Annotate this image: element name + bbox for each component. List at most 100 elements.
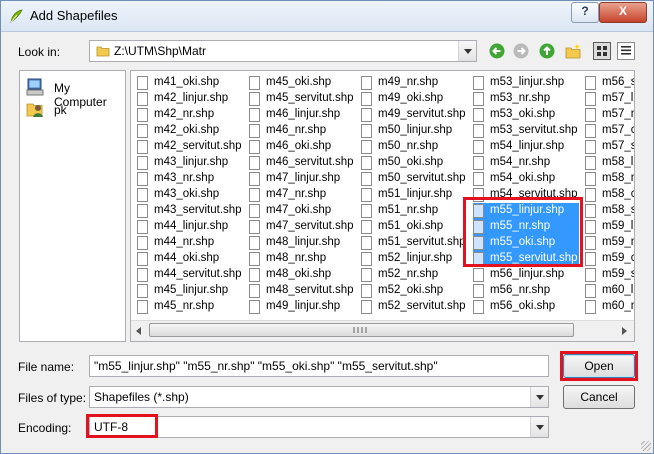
file-item[interactable]: m56_linjur.shp	[473, 267, 579, 283]
file-item[interactable]: m47_servitut.shp	[249, 219, 355, 235]
file-item[interactable]: m57_li	[585, 91, 634, 107]
file-item[interactable]: m42_linjur.shp	[137, 91, 243, 107]
file-item[interactable]: m51_oki.shp	[361, 219, 467, 235]
file-item[interactable]: m52_nr.shp	[361, 267, 467, 283]
file-item[interactable]: m49_nr.shp	[361, 75, 467, 91]
close-button[interactable]: X	[599, 2, 647, 23]
file-item[interactable]: m45_servitut.shp	[249, 91, 355, 107]
file-item[interactable]: m44_servitut.shp	[137, 267, 243, 283]
resize-grip[interactable]	[641, 441, 651, 451]
file-item[interactable]: m43_servitut.shp	[137, 203, 243, 219]
icon-view-icon[interactable]	[593, 42, 611, 60]
file-item[interactable]: m49_servitut.shp	[361, 107, 467, 123]
file-item[interactable]: m45_nr.shp	[137, 299, 243, 315]
help-button[interactable]: ?	[571, 2, 599, 23]
file-item[interactable]: m54_oki.shp	[473, 171, 579, 187]
file-item[interactable]: m47_oki.shp	[249, 203, 355, 219]
file-item[interactable]: m45_oki.shp	[249, 75, 355, 91]
file-item[interactable]: m46_oki.shp	[249, 139, 355, 155]
file-item[interactable]: m44_nr.shp	[137, 235, 243, 251]
file-item[interactable]: m47_linjur.shp	[249, 171, 355, 187]
file-item[interactable]: m55_linjur.shp	[473, 203, 579, 219]
file-item[interactable]: m53_oki.shp	[473, 107, 579, 123]
encoding-combo[interactable]: UTF-8	[89, 416, 549, 438]
scroll-right-icon[interactable]	[617, 324, 631, 338]
file-item[interactable]: m48_nr.shp	[249, 251, 355, 267]
cancel-button[interactable]: Cancel	[563, 385, 635, 409]
file-item[interactable]: m54_linjur.shp	[473, 139, 579, 155]
file-item[interactable]: m45_linjur.shp	[137, 283, 243, 299]
file-item[interactable]: m41_oki.shp	[137, 75, 243, 91]
chevron-down-icon[interactable]	[458, 41, 476, 61]
scroll-left-icon[interactable]	[133, 324, 147, 338]
horizontal-scrollbar[interactable]	[131, 320, 634, 341]
file-item[interactable]: m53_nr.shp	[473, 91, 579, 107]
file-item[interactable]: m42_servitut.shp	[137, 139, 243, 155]
file-item[interactable]: m55_nr.shp	[473, 219, 579, 235]
file-list[interactable]: m41_oki.shp m42_linjur.shp m42_nr.shp m42_o…	[130, 70, 635, 342]
file-item[interactable]: m59_n	[585, 235, 634, 251]
file-item[interactable]: m55_servitut.shp	[473, 251, 579, 267]
file-item[interactable]: m42_nr.shp	[137, 107, 243, 123]
file-item[interactable]: m54_servitut.shp	[473, 187, 579, 203]
file-item[interactable]: m43_linjur.shp	[137, 155, 243, 171]
file-item[interactable]: m48_oki.shp	[249, 267, 355, 283]
open-button[interactable]: Open	[563, 354, 635, 378]
scrollbar-thumb[interactable]	[149, 323, 574, 337]
file-item[interactable]: m50_linjur.shp	[361, 123, 467, 139]
file-item[interactable]: m58_li	[585, 155, 634, 171]
parent-directory-icon[interactable]	[539, 43, 555, 59]
forward-icon[interactable]	[513, 43, 529, 59]
file-item[interactable]: m58_s	[585, 203, 634, 219]
file-item[interactable]: m50_oki.shp	[361, 155, 467, 171]
file-item[interactable]: m48_linjur.shp	[249, 235, 355, 251]
file-item[interactable]: m56_oki.shp	[473, 299, 579, 315]
file-item[interactable]: m42_oki.shp	[137, 123, 243, 139]
file-item[interactable]: m59_li	[585, 219, 634, 235]
file-item[interactable]: m50_nr.shp	[361, 139, 467, 155]
file-item[interactable]: m52_servitut.shp	[361, 299, 467, 315]
file-item[interactable]: m49_oki.shp	[361, 91, 467, 107]
file-item[interactable]: m44_linjur.shp	[137, 219, 243, 235]
file-item[interactable]: m57_n	[585, 107, 634, 123]
file-name-field[interactable]: "m55_linjur.shp" "m55_nr.shp" "m55_oki.s…	[89, 355, 549, 377]
file-item[interactable]: m51_nr.shp	[361, 203, 467, 219]
file-item[interactable]: m56_s	[585, 75, 634, 91]
file-item[interactable]: m53_linjur.shp	[473, 75, 579, 91]
back-icon[interactable]	[489, 43, 505, 59]
file-item[interactable]: m52_linjur.shp	[361, 251, 467, 267]
file-item[interactable]: m44_oki.shp	[137, 251, 243, 267]
file-item[interactable]: m43_oki.shp	[137, 187, 243, 203]
detail-view-icon[interactable]	[617, 42, 635, 60]
file-item[interactable]: m55_oki.shp	[473, 235, 579, 251]
file-item[interactable]: m59_c	[585, 251, 634, 267]
chevron-down-icon[interactable]	[530, 387, 548, 407]
file-item[interactable]: m56_nr.shp	[473, 283, 579, 299]
file-item[interactable]: m51_servitut.shp	[361, 235, 467, 251]
file-item[interactable]: m57_c	[585, 123, 634, 139]
file-item[interactable]: m60_n	[585, 299, 634, 315]
sidebar-item-pk[interactable]: pk	[26, 99, 122, 121]
file-item[interactable]: m52_oki.shp	[361, 283, 467, 299]
look-in-combo[interactable]: Z:\UTM\Shp\Matr	[89, 40, 477, 62]
file-item[interactable]: m50_servitut.shp	[361, 171, 467, 187]
files-of-type-combo[interactable]: Shapefiles (*.shp)	[89, 386, 549, 408]
file-item[interactable]: m49_linjur.shp	[249, 299, 355, 315]
file-item[interactable]: m46_servitut.shp	[249, 155, 355, 171]
file-item[interactable]: m58_n	[585, 171, 634, 187]
file-item[interactable]: m43_nr.shp	[137, 171, 243, 187]
file-item[interactable]: m46_linjur.shp	[249, 107, 355, 123]
file-item[interactable]: m53_servitut.shp	[473, 123, 579, 139]
file-item[interactable]: m58_c	[585, 187, 634, 203]
sidebar-item-my-computer[interactable]: My Computer	[26, 77, 122, 109]
file-item[interactable]: m57_s	[585, 139, 634, 155]
file-item[interactable]: m60_li	[585, 283, 634, 299]
file-item[interactable]: m47_nr.shp	[249, 187, 355, 203]
chevron-down-icon[interactable]	[530, 417, 548, 437]
file-item[interactable]: m54_nr.shp	[473, 155, 579, 171]
file-item[interactable]: m48_servitut.shp	[249, 283, 355, 299]
file-item[interactable]: m46_nr.shp	[249, 123, 355, 139]
new-folder-icon[interactable]	[565, 43, 581, 59]
file-item[interactable]: m59_s	[585, 267, 634, 283]
file-item[interactable]: m51_linjur.shp	[361, 187, 467, 203]
